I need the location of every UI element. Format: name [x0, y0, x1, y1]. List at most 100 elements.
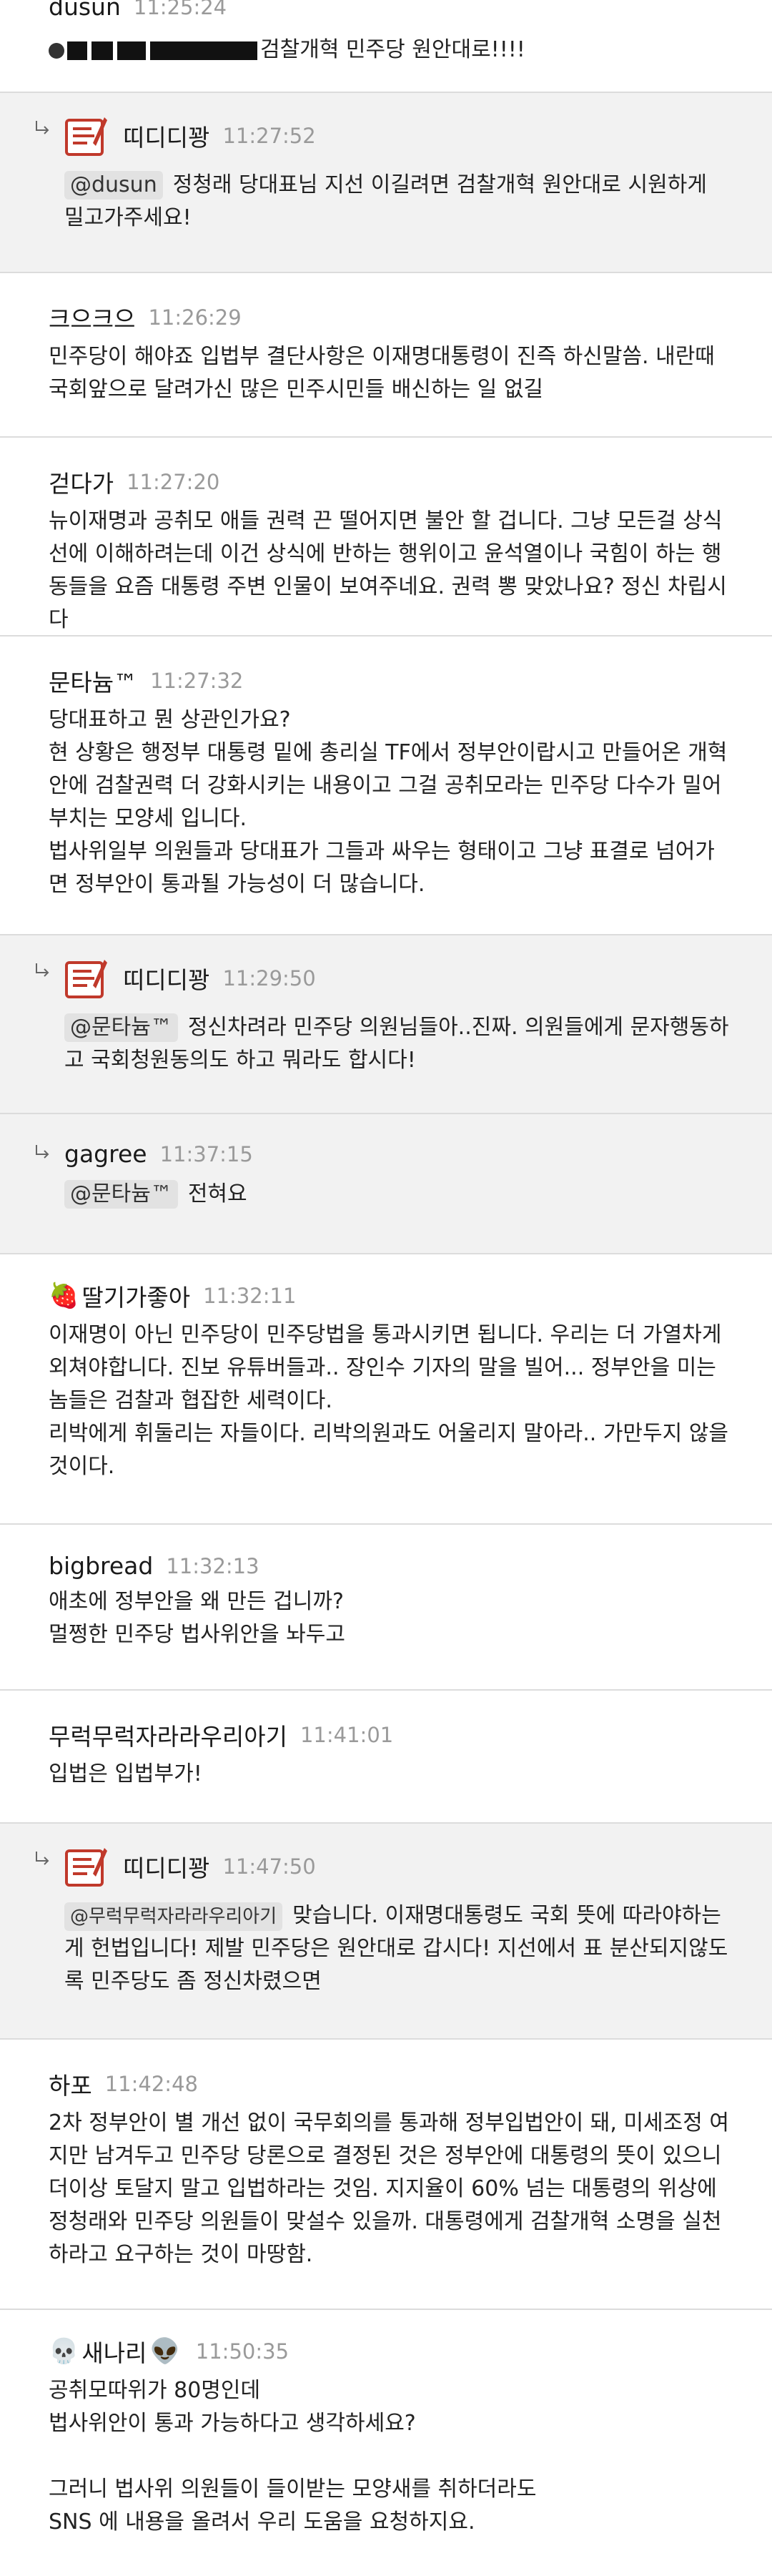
comment-time: 11:50:35 — [195, 2339, 290, 2364]
comment-author[interactable]: 띠디디꽝 — [123, 961, 209, 996]
comment-reply: gagree 11:37:15 @문타늄™ 전혀요 — [0, 1114, 772, 1254]
comment-reply: 띠디디꽝 11:29:50 @문타늄™ 정신차려라 민주당 의원님들아..진짜. … — [0, 935, 772, 1114]
comment-text: 현 상황은 행정부 대통령 밑에 총리실 TF에서 정부안이랍시고 만들어온 개… — [49, 740, 728, 831]
comment-body: 검찰개혁 민주당 원안대로!!!! — [49, 34, 729, 67]
comment-text: 이재명이 아닌 민주당이 민주당법을 통과시키면 됩니다. 우리는 더 가열차게… — [49, 1322, 728, 1413]
comment-author[interactable]: 문타늄™ — [49, 664, 137, 698]
comment-header: 문타늄™ 11:27:32 — [49, 664, 729, 698]
comment-reply: 띠디디꽝 11:27:52 @dusun 정청래 당대표님 지선 이길려면 검찰개… — [0, 93, 772, 273]
comment-text: SNS 에 내용을 올려서 우리 도움을 요청하지요. — [49, 2509, 475, 2535]
mention-tag[interactable]: @문타늄™ — [64, 1013, 178, 1042]
comment-time: 11:25:24 — [133, 0, 227, 19]
comment-text: 당대표하고 뭔 상관인가요? — [49, 707, 291, 732]
comment-time: 11:42:48 — [104, 2072, 198, 2096]
comment-text: 입법은 입법부가! — [49, 1761, 202, 1786]
comment-body: 공취모따위가 80명인데 법사위안이 통과 가능하다고 생각하세요? 그러니 법… — [49, 2374, 729, 2539]
comment-header: bigbread 11:32:13 — [49, 1552, 729, 1580]
comment-text: 애초에 정부안을 왜 만든 겁니까? — [49, 1589, 344, 1614]
comment-text: 검찰개혁 민주당 원안대로!!!! — [260, 37, 525, 62]
comment-text: 법사위안이 통과 가능하다고 생각하세요? — [49, 2411, 416, 2436]
comment-body: @dusun 정청래 당대표님 지선 이길려면 검찰개혁 원안대로 시원하게 밀고… — [64, 169, 729, 235]
member-level-icon — [65, 1848, 107, 1887]
member-level-icon — [65, 117, 107, 156]
redaction-bar — [117, 41, 146, 60]
comment-body: 뉴이재명과 공취모 애들 권력 끈 떨어지면 불안 할 겁니다. 그냥 모든걸 … — [49, 505, 729, 636]
mention-tag[interactable]: @무럭무럭자라라우리아기 — [64, 1902, 283, 1931]
comment-text: 그러니 법사위 의원들이 들이받는 모양새를 취하더라도 — [49, 2477, 537, 2502]
comment-time: 11:27:52 — [222, 124, 316, 148]
comment-time: 11:27:20 — [127, 470, 220, 494]
comment-text: 멀쩡한 민주당 법사위안을 놔두고 — [49, 1622, 346, 1647]
comment-header: 💀 새나리 👽 11:50:35 — [49, 2334, 729, 2369]
comment-time: 11:37:15 — [159, 1141, 253, 1166]
alien-icon: 👽 — [149, 2337, 180, 2366]
comment-header: 크으크으 11:26:29 — [49, 300, 729, 335]
comment-body: 애초에 정부안을 왜 만든 겁니까? 멀쩡한 민주당 법사위안을 놔두고 — [49, 1586, 729, 1651]
skull-icon: 💀 — [49, 2337, 79, 2366]
comment: 크으크으 11:26:29 민주당이 해야죠 입법부 결단사항은 이재명대통령이… — [0, 273, 772, 438]
member-level-icon — [65, 960, 107, 998]
comment-header: 🍓 딸기가좋아 11:32:11 — [49, 1279, 729, 1313]
reply-arrow-icon — [36, 1852, 49, 1865]
reply-arrow-icon — [36, 963, 49, 977]
comment-text: 공취모따위가 80명인데 — [49, 2378, 261, 2403]
comment: 문타늄™ 11:27:32 당대표하고 뭔 상관인가요? 현 상황은 행정부 대… — [0, 636, 772, 935]
comment-author[interactable]: 하포 — [49, 2067, 92, 2101]
comment: bigbread 11:32:13 애초에 정부안을 왜 만든 겁니까? 멀쩡한… — [0, 1525, 772, 1691]
mention-tag[interactable]: @문타늄™ — [64, 1180, 178, 1209]
reply-arrow-icon — [36, 121, 49, 134]
comment-header: 띠디디꽝 11:29:50 — [64, 957, 729, 1000]
comment: 💀 새나리 👽 11:50:35 공취모따위가 80명인데 법사위안이 통과 가… — [0, 2310, 772, 2546]
comment-body: 민주당이 해야죠 입법부 결단사항은 이재명대통령이 진즉 하신말씀. 내란때 … — [49, 340, 729, 406]
comment-text: 리박에게 휘둘리는 자들이다. 리박의원과도 어울리지 말아라.. 가만두지 않… — [49, 1421, 736, 1479]
comment-author[interactable]: bigbread — [49, 1552, 153, 1580]
comment-author[interactable]: gagree — [64, 1140, 147, 1168]
mention-tag[interactable]: @dusun — [64, 171, 163, 200]
comment-header: 띠디디꽝 11:27:52 — [64, 114, 729, 157]
comment-text: 뉴이재명과 공취모 애들 권력 끈 떨어지면 불안 할 겁니다. 그냥 모든걸 … — [49, 508, 727, 632]
comment-thread: dusun 11:25:24 검찰개혁 민주당 원안대로!!!! 띠디디꽝 11… — [0, 0, 772, 2546]
comment-body: 입법은 입법부가! — [49, 1758, 729, 1791]
comment-time: 11:29:50 — [222, 966, 316, 990]
comment: 하포 11:42:48 2차 정부안이 별 개선 없이 국무회의를 통과해 정부… — [0, 2040, 772, 2310]
comment: 무럭무럭자라라우리아기 11:41:01 입법은 입법부가! — [0, 1691, 772, 1824]
redacted-icon — [49, 42, 64, 59]
comment-author[interactable]: 띠디디꽝 — [123, 119, 209, 153]
comment: dusun 11:25:24 검찰개혁 민주당 원안대로!!!! — [0, 0, 772, 93]
comment-text: 민주당이 해야죠 입법부 결단사항은 이재명대통령이 진즉 하신말씀. 내란때 … — [49, 344, 722, 402]
comment: 🍓 딸기가좋아 11:32:11 이재명이 아닌 민주당이 민주당법을 통과시키… — [0, 1254, 772, 1525]
comment-author[interactable]: dusun — [49, 0, 121, 21]
comment-time: 11:41:01 — [300, 1723, 394, 1747]
comment-header: 무럭무럭자라라우리아기 11:41:01 — [49, 1718, 729, 1752]
comment-time: 11:47:50 — [222, 1854, 316, 1879]
redaction-bar — [150, 41, 257, 60]
comment-author[interactable]: 띠디디꽝 — [123, 1849, 209, 1884]
comment-time: 11:32:13 — [166, 1553, 259, 1578]
comment-time: 11:27:32 — [150, 669, 244, 693]
comment: 걷다가 11:27:20 뉴이재명과 공취모 애들 권력 끈 떨어지면 불안 할… — [0, 438, 772, 636]
comment-text — [49, 2440, 729, 2473]
comment-time: 11:26:29 — [148, 305, 242, 330]
comment-body: 이재명이 아닌 민주당이 민주당법을 통과시키면 됩니다. 우리는 더 가열차게… — [49, 1319, 729, 1483]
comment-text: 법사위일부 의원들과 당대표가 그들과 싸우는 형태이고 그냥 표결로 넘어가면… — [49, 839, 715, 897]
comment-author[interactable]: 딸기가좋아 — [81, 1279, 190, 1313]
comment-reply: 띠디디꽝 11:47:50 @무럭무럭자라라우리아기 맞습니다. 이재명대통령도 … — [0, 1824, 772, 2040]
comment-author[interactable]: 무럭무럭자라라우리아기 — [49, 1718, 287, 1752]
comment-body: @문타늄™ 전혀요 — [64, 1178, 729, 1211]
comment-body: @무럭무럭자라라우리아기 맞습니다. 이재명대통령도 국회 뜻에 따라야하는게 헌… — [64, 1899, 729, 1998]
strawberry-icon: 🍓 — [49, 1282, 79, 1310]
redaction-bar — [91, 41, 113, 60]
comment-body: 당대표하고 뭔 상관인가요? 현 상황은 행정부 대통령 밑에 총리실 TF에서… — [49, 704, 729, 901]
comment-author[interactable]: 새나리 — [81, 2334, 147, 2369]
comment-text: 2차 정부안이 별 개선 없이 국무회의를 통과해 정부입법안이 돼, 미세조정… — [49, 2110, 729, 2267]
comment-body: 2차 정부안이 별 개선 없이 국무회의를 통과해 정부입법안이 돼, 미세조정… — [49, 2107, 729, 2271]
comment-header: dusun 11:25:24 — [49, 0, 729, 21]
comment-author[interactable]: 크으크으 — [49, 300, 135, 335]
comment-author[interactable]: 걷다가 — [49, 465, 114, 499]
reply-arrow-icon — [36, 1145, 49, 1159]
comment-header: 걷다가 11:27:20 — [49, 465, 729, 499]
comment-header: gagree 11:37:15 — [64, 1140, 729, 1168]
comment-text: 전혀요 — [187, 1181, 247, 1206]
comment-time: 11:32:11 — [203, 1284, 297, 1308]
redaction-bar — [67, 41, 87, 60]
